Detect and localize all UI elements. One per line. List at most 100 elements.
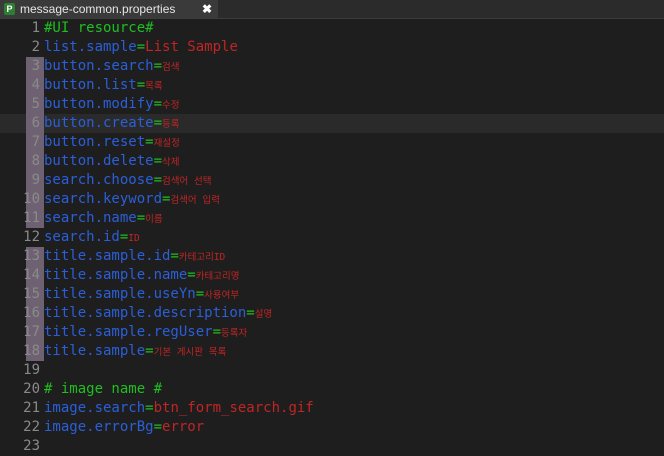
code-line[interactable]: 12 search.id=ID xyxy=(0,228,664,247)
property-key: search.id xyxy=(44,229,120,245)
property-key: button.modify xyxy=(44,96,154,112)
line-number: 13 xyxy=(23,248,40,264)
line-number: 1 xyxy=(31,20,40,36)
code-line[interactable]: 4 button.list=목록 xyxy=(0,76,664,95)
code-content: #UI resource# xyxy=(44,19,154,38)
property-key: title.sample.id xyxy=(44,248,171,264)
property-value: 삭제 xyxy=(162,157,180,168)
property-value: 수정 xyxy=(162,100,180,111)
code-content: search.keyword=검색어 입력 xyxy=(44,190,220,209)
equals-sign: = xyxy=(212,324,222,340)
line-number: 15 xyxy=(23,286,40,302)
code-content: button.search=검색 xyxy=(44,57,180,76)
property-value: 기본 게시판 목록 xyxy=(153,347,227,358)
line-number: 7 xyxy=(31,134,40,150)
property-key: title.sample.useYn xyxy=(44,286,196,302)
equals-sign: = xyxy=(136,210,146,226)
line-number: 23 xyxy=(23,438,40,454)
code-line[interactable]: 6 button.create=등록 xyxy=(0,114,664,133)
property-value: error xyxy=(162,419,205,435)
code-line[interactable]: 13 title.sample.id=카테고리ID xyxy=(0,247,664,266)
code-line[interactable]: 7 button.reset=재설정 xyxy=(0,133,664,152)
property-value: 설명 xyxy=(254,309,273,320)
comment-text: # image name # xyxy=(44,381,163,397)
code-content: button.create=등록 xyxy=(44,114,180,133)
code-content: list.sample=List Sample xyxy=(44,38,238,57)
code-content: # image name # xyxy=(44,380,162,399)
code-line[interactable]: 22 image.errorBg=error xyxy=(0,418,664,437)
equals-sign: = xyxy=(153,58,163,74)
line-number: 10 xyxy=(23,191,40,207)
property-key: button.create xyxy=(44,115,154,131)
code-content: title.sample.useYn=사용여부 xyxy=(44,285,239,304)
property-key: button.search xyxy=(44,58,154,74)
equals-sign: = xyxy=(153,96,163,112)
code-content: title.sample.regUser=등록자 xyxy=(44,323,247,342)
equals-sign: = xyxy=(187,267,196,283)
property-value: 카테고리명 xyxy=(195,271,240,282)
code-line[interactable]: 5 button.modify=수정 xyxy=(0,95,664,114)
equals-sign: = xyxy=(136,39,146,55)
code-content: title.sample.description=설명 xyxy=(44,304,272,323)
code-line[interactable]: 3 button.search=검색 xyxy=(0,57,664,76)
property-key: title.sample.name xyxy=(44,267,188,283)
property-key: image.search xyxy=(44,400,146,416)
tab-title: message-common.properties xyxy=(20,2,176,16)
equals-sign: = xyxy=(153,115,163,131)
equals-sign: = xyxy=(145,343,154,359)
code-line[interactable]: 11 search.name=이름 xyxy=(0,209,664,228)
line-number: 8 xyxy=(31,153,40,169)
code-content: image.errorBg=error xyxy=(44,418,204,437)
code-line[interactable]: 14 title.sample.name=카테고리명 xyxy=(0,266,664,285)
code-line[interactable]: 16 title.sample.description=설명 xyxy=(0,304,664,323)
property-value: 재설정 xyxy=(153,138,180,149)
code-line[interactable]: 23 xyxy=(0,437,664,456)
code-content: title.sample.id=카테고리ID xyxy=(44,247,225,266)
property-key: button.reset xyxy=(44,134,146,150)
line-number: 20 xyxy=(23,381,40,397)
line-number: 9 xyxy=(31,172,40,188)
property-value: 등록 xyxy=(162,119,180,130)
property-value: 검색어 입력 xyxy=(170,195,220,206)
equals-sign: = xyxy=(195,286,205,302)
code-line[interactable]: 8 button.delete=삭제 xyxy=(0,152,664,171)
property-value: 사용여부 xyxy=(204,290,240,301)
code-editor[interactable]: 1 #UI resource# 2 list.sample=List Sample 3 b… xyxy=(0,19,664,454)
code-line[interactable]: 9 search.choose=검색어 선택 xyxy=(0,171,664,190)
code-line[interactable]: 21 image.search=btn_form_search.gif xyxy=(0,399,664,418)
code-line[interactable]: 2 list.sample=List Sample xyxy=(0,38,664,57)
equals-sign: = xyxy=(136,77,146,93)
code-line[interactable]: 20 # image name # xyxy=(0,380,664,399)
equals-sign: = xyxy=(153,153,163,169)
code-line[interactable]: 17 title.sample.regUser=등록자 xyxy=(0,323,664,342)
line-number: 4 xyxy=(31,77,40,93)
code-line[interactable]: 1 #UI resource# xyxy=(0,19,664,38)
line-number: 18 xyxy=(23,343,40,359)
code-line[interactable]: 19 xyxy=(0,361,664,380)
property-value: btn_form_search.gif xyxy=(153,400,314,416)
line-number: 3 xyxy=(31,58,40,74)
equals-sign: = xyxy=(153,172,163,188)
line-number: 5 xyxy=(31,96,40,112)
property-value: 검색 xyxy=(162,62,180,73)
property-key: title.sample xyxy=(44,343,146,359)
property-value: 등록자 xyxy=(221,328,248,339)
properties-file-icon: P xyxy=(4,3,15,15)
code-content: button.list=목록 xyxy=(44,76,163,95)
tab-message-common-properties[interactable]: P message-common.properties ✖ xyxy=(0,0,218,18)
code-line[interactable]: 18 title.sample=기본 게시판 목록 xyxy=(0,342,664,361)
line-number: 11 xyxy=(23,210,40,226)
property-key: image.errorBg xyxy=(44,419,154,435)
property-key: search.name xyxy=(44,210,137,226)
code-content: search.name=이름 xyxy=(44,209,163,228)
code-line[interactable]: 10 search.keyword=검색어 입력 xyxy=(0,190,664,209)
property-key: list.sample xyxy=(44,39,137,55)
equals-sign: = xyxy=(145,134,154,150)
code-line[interactable]: 15 title.sample.useYn=사용여부 xyxy=(0,285,664,304)
code-content: button.delete=삭제 xyxy=(44,152,180,171)
property-value: ID xyxy=(128,233,140,244)
line-number: 6 xyxy=(31,115,40,131)
line-number: 16 xyxy=(23,305,40,321)
close-icon[interactable]: ✖ xyxy=(202,2,212,16)
line-number: 19 xyxy=(23,362,40,378)
